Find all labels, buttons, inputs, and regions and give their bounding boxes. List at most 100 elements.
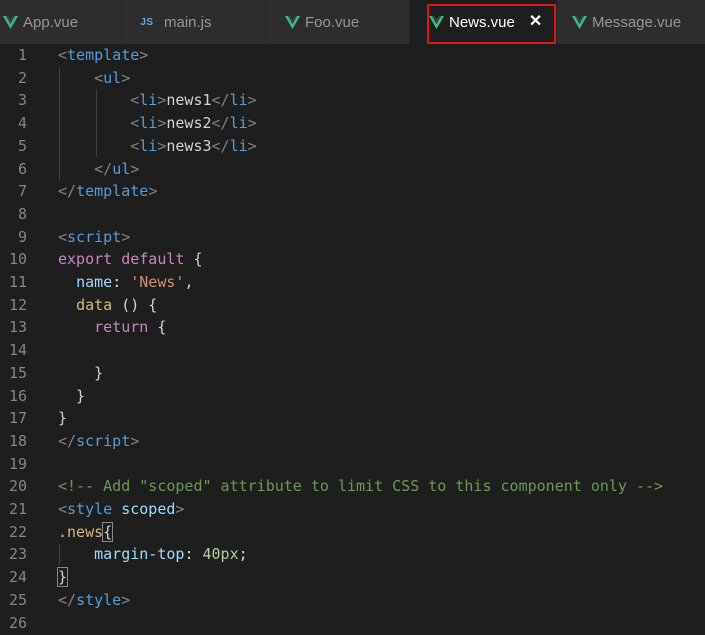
tab-main-js[interactable]: JS main.js	[122, 0, 266, 44]
line-number: 21	[8, 500, 27, 518]
code-text: data () {	[58, 294, 157, 317]
code-line: 26	[0, 612, 705, 635]
code-token: default	[121, 250, 185, 269]
tab-label: Foo.vue	[305, 13, 360, 31]
line-number: 3	[17, 91, 27, 110]
code-token: </	[211, 91, 230, 110]
line-number: 17	[8, 409, 27, 428]
line-number: 1	[17, 46, 27, 64]
tab-app-vue[interactable]: App.vue	[0, 0, 122, 44]
code-token: >	[148, 182, 158, 201]
code-line: 1 <template>	[0, 44, 705, 67]
code-line: 17}	[0, 407, 705, 430]
code-text: <li>news1</li>	[58, 89, 257, 112]
code-token: return	[94, 318, 149, 337]
code-text: name: 'News',	[58, 271, 193, 294]
code-token: script	[67, 227, 122, 246]
code-token: </	[211, 114, 230, 133]
vue-icon	[428, 15, 444, 29]
line-number: 12	[8, 295, 27, 314]
code-text: }	[58, 407, 67, 430]
code-line: 8	[0, 203, 705, 226]
tab-label: Message.vue	[592, 13, 682, 31]
line-number: 2	[17, 68, 27, 87]
code-line: 14	[0, 339, 705, 362]
tab-foo-vue[interactable]: Foo.vue	[266, 0, 410, 44]
code-token: {	[148, 318, 167, 337]
code-token: () {	[112, 295, 158, 314]
code-token: </	[58, 431, 77, 450]
code-token: </	[58, 590, 77, 609]
code-token: li	[229, 136, 248, 155]
code-text: <style scoped>	[58, 498, 184, 521]
code-text: }	[56, 566, 69, 589]
code-token: >	[121, 590, 131, 609]
code-token: :	[112, 273, 131, 291]
code-token: <	[94, 68, 104, 87]
code-token: data	[76, 295, 113, 314]
close-icon[interactable]: ✕	[529, 14, 542, 30]
code-token: >	[247, 91, 257, 110]
tab-news-vue[interactable]: News.vue ✕	[410, 0, 557, 44]
line-number: 19	[8, 454, 27, 473]
vue-icon	[284, 15, 300, 29]
code-line: 11 name: 'News',	[0, 271, 705, 294]
code-token: ;	[238, 545, 248, 564]
vue-icon	[571, 15, 587, 29]
code-line: 20 <!-- Add "scoped" attribute to limit C…	[0, 475, 705, 498]
code-text: <li>news3</li>	[58, 135, 257, 158]
line-number: 5	[17, 136, 27, 155]
code-token: </	[58, 182, 77, 201]
line-number: 9	[17, 227, 27, 246]
code-line: 12 data () {	[0, 294, 705, 317]
code-token: <	[58, 227, 68, 246]
code-text: }	[58, 385, 85, 408]
code-token: }	[58, 386, 86, 405]
code-token: >	[121, 227, 131, 246]
code-token: >	[121, 68, 131, 87]
line-number: 18	[8, 431, 27, 450]
code-token: {	[102, 521, 114, 542]
code-text: <script>	[58, 226, 130, 249]
code-token: </	[211, 136, 230, 155]
editor-tab-bar: App.vue JS main.js Foo.vue News.vue ✕ Me…	[0, 0, 705, 44]
code-line: 16 }	[0, 385, 705, 408]
line-number: 16	[8, 386, 27, 405]
line-number: 14	[8, 341, 27, 360]
code-token: ,	[184, 273, 194, 291]
code-token: li	[139, 114, 158, 133]
line-number: 13	[8, 318, 27, 337]
vue-icon	[2, 15, 18, 29]
code-token: >	[130, 431, 140, 450]
code-token: .news	[58, 522, 104, 541]
code-token: <	[58, 46, 68, 64]
tab-label: App.vue	[23, 13, 79, 31]
code-text: <!-- Add "scoped" attribute to limit CSS…	[58, 475, 663, 498]
code-token: template	[67, 46, 140, 64]
code-text: margin-top: 40px;	[58, 543, 248, 566]
line-number: 6	[17, 159, 27, 178]
line-number: 8	[17, 204, 27, 223]
line-number: 7	[17, 182, 27, 201]
line-number: 11	[8, 273, 27, 291]
code-editor[interactable]: 1 <template> 2 <ul> 3 <li>news1</li> 4 <li>n…	[0, 44, 705, 635]
code-token: <	[130, 136, 140, 155]
code-token: export	[58, 250, 113, 269]
code-token: margin-top	[94, 545, 185, 564]
line-number: 22	[8, 522, 27, 541]
code-token: <!-- Add "scoped" attribute to limit CSS…	[58, 477, 664, 496]
code-token: <	[58, 500, 68, 518]
code-token: name	[76, 273, 113, 291]
code-line: 23 margin-top: 40px;	[0, 543, 705, 566]
code-token: >	[247, 136, 257, 155]
tab-message-vue[interactable]: Message.vue	[557, 0, 705, 44]
code-text: export default {	[58, 248, 203, 271]
code-line: 2 <ul>	[0, 67, 705, 90]
code-text: </style>	[58, 589, 130, 612]
